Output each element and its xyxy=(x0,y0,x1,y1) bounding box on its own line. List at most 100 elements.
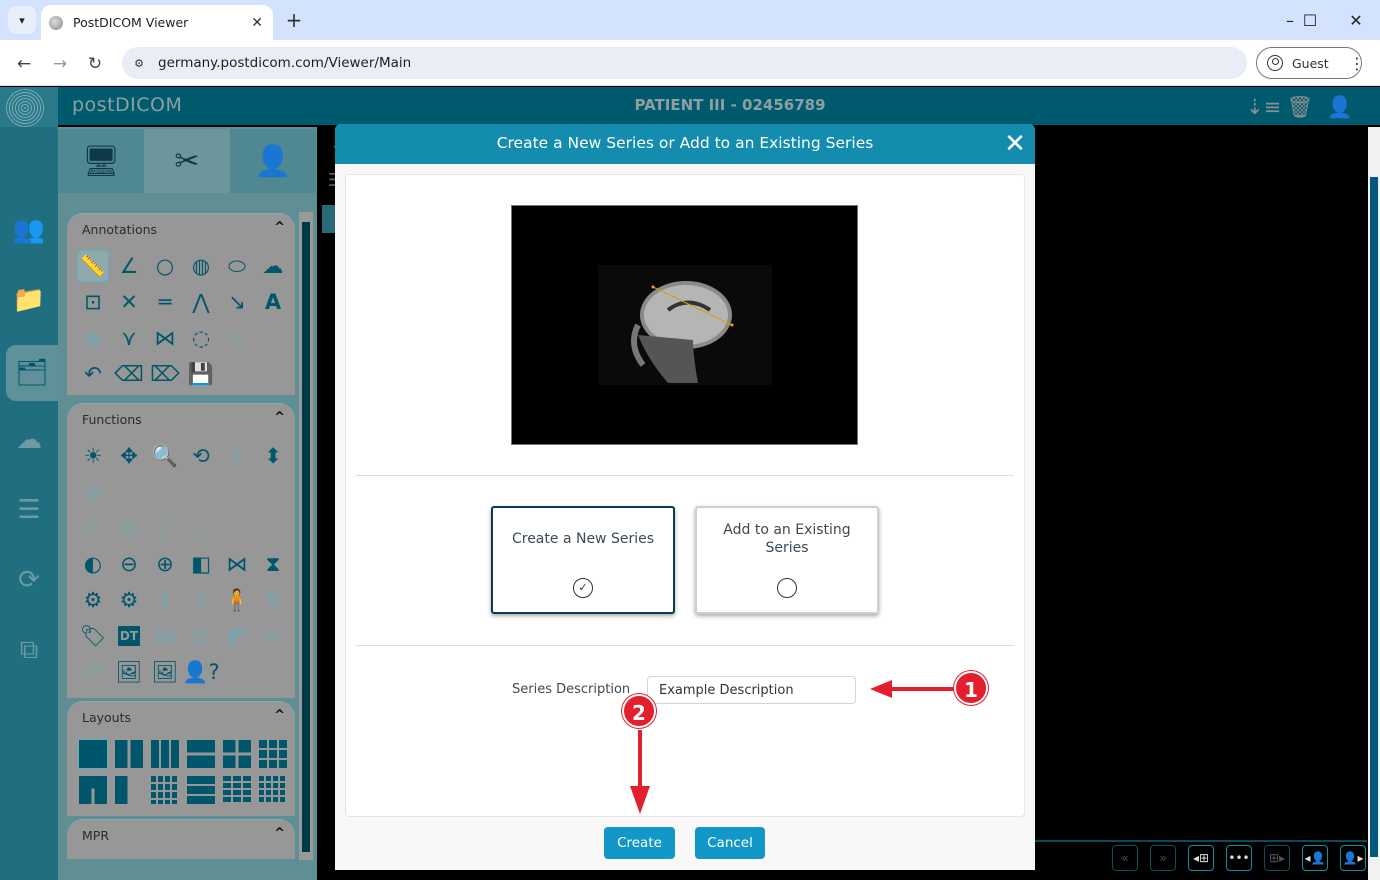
create-button[interactable]: Create xyxy=(604,827,675,859)
more-button[interactable]: ••• xyxy=(1226,845,1252,871)
zoom-icon[interactable]: 🔍 xyxy=(147,438,183,474)
body-orientation-icon[interactable]: 🧍 xyxy=(219,582,255,618)
collapse-functions-icon[interactable]: ^ xyxy=(274,410,285,425)
profile-label: Guest xyxy=(1292,55,1329,71)
dicom-tags-icon[interactable]: DT xyxy=(111,618,147,654)
ellipse-icon[interactable]: ⬭ xyxy=(219,248,255,284)
reload-button[interactable]: ↻ xyxy=(83,52,107,76)
layout-1x2[interactable] xyxy=(111,736,147,772)
prev-patient-button[interactable]: ◂👤 xyxy=(1302,845,1328,871)
folder-icon[interactable]: 📁 xyxy=(0,272,58,328)
address-bar[interactable]: ⚙ germany.postdicom.com/Viewer/Main xyxy=(122,47,1247,79)
layout-1x3[interactable] xyxy=(147,736,183,772)
layout-2-1[interactable] xyxy=(111,772,147,808)
chevron-down-icon: ▾ xyxy=(19,13,25,27)
zoom-out-icon[interactable]: ⊖ xyxy=(111,546,147,582)
prev-series-button[interactable]: « xyxy=(1112,845,1138,871)
hatched-circle-icon[interactable]: ◍ xyxy=(183,248,219,284)
dialog-close-button[interactable]: ✕ xyxy=(1002,130,1028,158)
next-series-button[interactable]: » xyxy=(1150,845,1176,871)
mirror-vertical-icon[interactable]: ⧗ xyxy=(255,546,291,582)
browser-tab[interactable]: PostDICOM Viewer ✕ xyxy=(41,5,273,40)
angle-icon[interactable]: ∠ xyxy=(111,248,147,284)
help-user-icon[interactable]: 👤? xyxy=(182,654,219,690)
save-image-icon[interactable]: 🖼 xyxy=(147,654,183,690)
site-settings-icon[interactable]: ⚙ xyxy=(128,52,150,74)
layout-2x2[interactable] xyxy=(219,736,255,772)
option-add-to-existing-series[interactable]: Add to an Existing Series xyxy=(695,506,879,614)
layout-3x3[interactable] xyxy=(255,736,291,772)
layout-1x1[interactable] xyxy=(75,736,111,772)
cancel-button[interactable]: Cancel xyxy=(695,827,765,859)
layout-2x1[interactable] xyxy=(183,736,219,772)
invert-icon[interactable]: ◐ xyxy=(75,546,111,582)
ruler-icon[interactable]: 📏 xyxy=(77,250,109,282)
erase-all-icon[interactable]: ⌦ xyxy=(147,356,183,392)
reset-icon[interactable]: ⚙ xyxy=(75,582,111,618)
collapse-annotations-icon[interactable]: ^ xyxy=(274,220,285,235)
window-level-icon[interactable]: ☀ xyxy=(75,438,111,474)
pan-icon[interactable]: ✥ xyxy=(111,438,147,474)
series-images-icon[interactable]: 🗂 xyxy=(6,345,58,401)
layout-4x3[interactable] xyxy=(219,772,255,808)
page-scrollbar[interactable] xyxy=(1368,127,1380,880)
undo-icon[interactable]: ↶ xyxy=(75,356,111,392)
back-button[interactable]: ← xyxy=(12,52,36,76)
page-scrollbar-thumb[interactable] xyxy=(1370,177,1378,857)
search-list-icon[interactable]: ☰ xyxy=(0,482,58,538)
measure-triangle-icon[interactable]: ⋈ xyxy=(147,320,183,356)
export-image-icon[interactable]: 🖼 xyxy=(111,654,147,690)
collapse-layouts-icon[interactable]: ^ xyxy=(274,708,285,723)
tab-close-icon[interactable]: ✕ xyxy=(251,15,263,31)
rotate-icon[interactable]: ⟲ xyxy=(183,438,219,474)
layout-3x1[interactable] xyxy=(183,772,219,808)
layout-3x4[interactable] xyxy=(147,772,183,808)
option-create-new-series[interactable]: Create a New Series ✓ xyxy=(491,506,675,614)
cobb-cross-icon[interactable]: ✕ xyxy=(111,284,147,320)
series-description-input[interactable] xyxy=(647,676,856,704)
freehand-icon[interactable]: ☁ xyxy=(255,248,291,284)
maximize-button[interactable]: ☐ xyxy=(1290,8,1330,32)
rectangle-roi-icon[interactable]: ⊡ xyxy=(75,284,111,320)
parallel-lines-icon[interactable]: ═ xyxy=(147,284,183,320)
tab-tools[interactable]: ✂ xyxy=(144,129,230,193)
text-annotation-icon[interactable]: A xyxy=(255,284,291,320)
tab-monitor[interactable]: 🖥 xyxy=(58,129,144,193)
circle-icon[interactable]: ○ xyxy=(147,248,183,284)
mirror-horizontal-icon[interactable]: ⋈ xyxy=(219,546,255,582)
cloud-upload-icon[interactable]: ☁ xyxy=(0,412,58,468)
collapse-mpr-icon[interactable]: ^ xyxy=(274,826,285,841)
dialog-title: Create a New Series or Add to an Existin… xyxy=(496,134,874,152)
cobb-angle-icon[interactable]: ⋎ xyxy=(111,320,147,356)
recycle-bin-icon[interactable]: 🗑 xyxy=(1286,94,1314,120)
tag-icon[interactable]: 🏷 xyxy=(75,618,111,654)
save-annotations-icon[interactable]: 💾 xyxy=(183,356,219,392)
flip-horizontal-icon[interactable]: ◧ xyxy=(183,546,219,582)
next-patient-button[interactable]: 👤▸ xyxy=(1340,845,1366,871)
region-icon: ◌ xyxy=(191,516,211,540)
browser-menu-button[interactable]: ⋮ xyxy=(1347,52,1367,76)
new-tab-button[interactable]: + xyxy=(282,8,306,32)
arrow-icon[interactable]: ↘ xyxy=(219,284,255,320)
closed-freehand-icon[interactable]: ◌ xyxy=(183,320,219,356)
sort-list-icon[interactable]: ⇣≡ xyxy=(1246,94,1281,120)
user-profile-icon[interactable]: 👤 xyxy=(1326,94,1354,120)
tab-search-button[interactable]: ▾ xyxy=(8,6,36,34)
tab-patient-info[interactable]: 👤 xyxy=(230,129,316,193)
eraser-icon[interactable]: ⌫ xyxy=(111,356,147,392)
reset-window-icon[interactable]: ⚙ xyxy=(111,582,147,618)
forward-button[interactable]: → xyxy=(48,52,72,76)
prev-layout-button[interactable]: ◂⊞ xyxy=(1188,845,1214,871)
patients-icon[interactable]: 👥 xyxy=(0,202,58,258)
check-circle-icon: ✓ xyxy=(573,578,593,598)
window-close-button[interactable]: ✕ xyxy=(1336,8,1376,32)
panel-scrollbar-thumb[interactable] xyxy=(302,222,310,852)
layout-4x4[interactable] xyxy=(255,772,291,808)
stack-scroll-icon[interactable]: ⬍ xyxy=(255,438,291,474)
polyline-icon[interactable]: ⋀ xyxy=(183,284,219,320)
layout-1-2[interactable] xyxy=(75,772,111,808)
sync-icon[interactable]: ⟳ xyxy=(0,552,58,608)
share-screen-icon[interactable]: ⧉ xyxy=(0,622,58,678)
zoom-in-icon[interactable]: ⊕ xyxy=(147,546,183,582)
next-layout-button[interactable]: ⊞▸ xyxy=(1264,845,1290,871)
